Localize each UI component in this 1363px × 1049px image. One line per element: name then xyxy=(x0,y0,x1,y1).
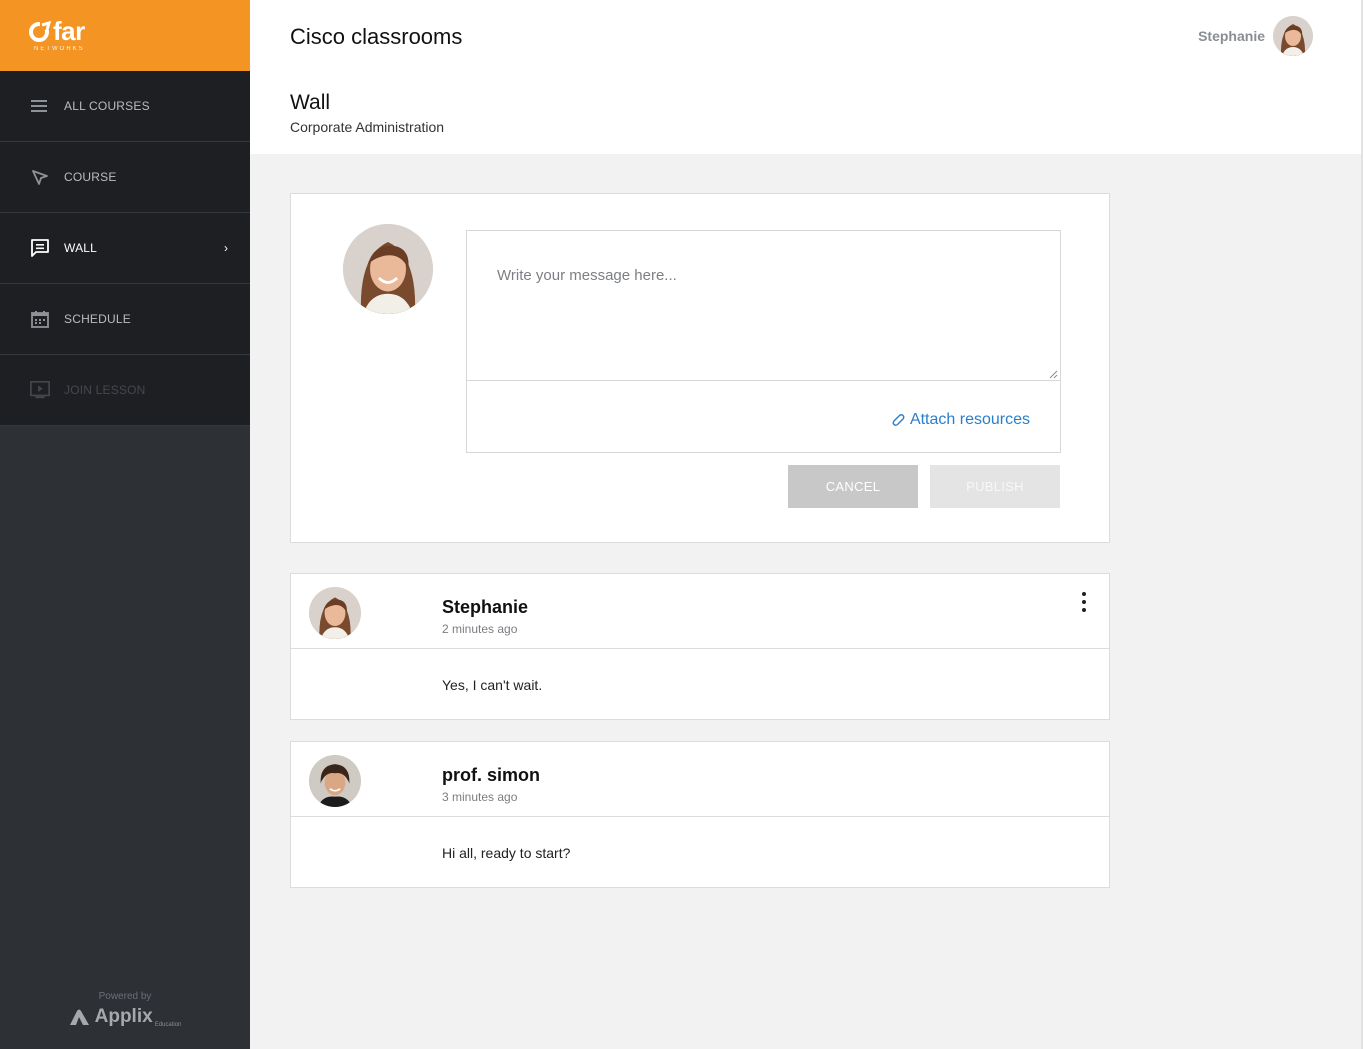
sidebar-item-label: SCHEDULE xyxy=(64,312,131,326)
sidebar-item-course[interactable]: COURSE xyxy=(0,142,250,213)
applix-brand-text: Applix xyxy=(94,1006,153,1027)
logo-text: far xyxy=(53,16,85,46)
wall-post: Stephanie 2 minutes ago Yes, I can't wai… xyxy=(290,573,1110,720)
post-author: prof. simon xyxy=(442,765,540,785)
attach-resources-label: Attach resources xyxy=(909,411,1030,428)
logo-subtitle: NETWORKS xyxy=(34,46,85,52)
resize-grip-icon[interactable] xyxy=(1049,370,1058,379)
user-menu[interactable]: Stephanie xyxy=(1198,16,1313,56)
post-body: Hi all, ready to start? xyxy=(442,845,571,861)
avatar xyxy=(309,755,361,807)
post-author: Stephanie xyxy=(442,597,529,617)
cancel-button[interactable]: CANCEL xyxy=(788,465,918,508)
powered-by: Powered by Applix Education xyxy=(0,991,250,1031)
message-input[interactable] xyxy=(467,231,1060,381)
chevron-right-icon: › xyxy=(224,241,228,255)
page-subtitle: Corporate Administration xyxy=(290,119,445,135)
publish-button[interactable]: PUBLISH xyxy=(930,465,1060,508)
sidebar-item-label: WALL xyxy=(64,241,98,255)
cursor-arrow-icon xyxy=(30,167,50,187)
post-composer: Attach resources CANCEL PUBLISH xyxy=(290,193,1110,543)
applix-brand-sub: Education xyxy=(154,1022,182,1028)
powered-by-label: Powered by xyxy=(98,991,152,1002)
menu-icon xyxy=(30,96,50,116)
paperclip-icon xyxy=(892,414,905,426)
avatar xyxy=(309,587,361,639)
message-icon xyxy=(30,238,50,258)
sidebar-item-schedule[interactable]: SCHEDULE xyxy=(0,284,250,355)
brand-logo[interactable]: far NETWORKS xyxy=(0,0,250,71)
sidebar-item-label: JOIN LESSON xyxy=(64,383,146,397)
sidebar-item-label: ALL COURSES xyxy=(64,99,150,113)
sidebar-item-label: COURSE xyxy=(64,170,117,184)
wall-post: prof. simon 3 minutes ago Hi all, ready … xyxy=(290,741,1110,888)
applix-logo: Applix Education xyxy=(69,1006,182,1028)
post-header: Stephanie 2 minutes ago xyxy=(291,574,1109,649)
message-box: Attach resources xyxy=(466,230,1061,453)
post-header: prof. simon 3 minutes ago xyxy=(291,742,1109,817)
sidebar-item-join-lesson: JOIN LESSON xyxy=(0,355,250,426)
calendar-icon xyxy=(30,309,50,329)
applix-logo-icon xyxy=(69,1009,89,1025)
sidebar: far NETWORKS ALL COURSES COURSE WALL › S… xyxy=(0,0,250,1049)
post-body: Yes, I can't wait. xyxy=(442,677,543,693)
avatar xyxy=(1273,16,1313,56)
far-logo-icon xyxy=(29,20,52,42)
sidebar-nav: ALL COURSES COURSE WALL › SCHEDULE JOIN … xyxy=(0,71,250,426)
video-play-icon xyxy=(30,380,50,400)
attach-resources-link[interactable]: Attach resources xyxy=(890,411,1030,429)
sidebar-item-wall[interactable]: WALL › xyxy=(0,213,250,284)
post-timestamp: 3 minutes ago xyxy=(442,790,518,804)
sidebar-item-all-courses[interactable]: ALL COURSES xyxy=(0,71,250,142)
post-timestamp: 2 minutes ago xyxy=(442,622,518,636)
avatar xyxy=(343,224,433,314)
user-name: Stephanie xyxy=(1198,28,1265,44)
app-title: Cisco classrooms xyxy=(290,24,463,49)
page-header: Cisco classrooms Wall Corporate Administ… xyxy=(250,0,1363,154)
page-title: Wall xyxy=(290,91,331,114)
more-vert-icon[interactable] xyxy=(1075,590,1093,614)
